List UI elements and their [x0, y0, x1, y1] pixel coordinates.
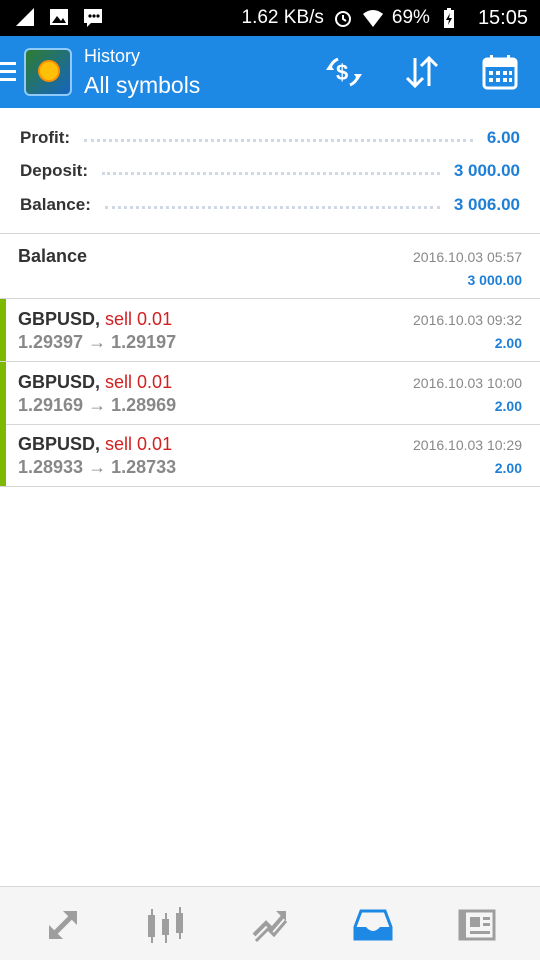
deal-symbol-name: GBPUSD,: [18, 372, 101, 392]
balance-entry-label: Balance: [18, 246, 88, 266]
deposit-row: Deposit: 3 000.00: [20, 156, 520, 186]
page-subtitle: History: [84, 46, 141, 66]
balance-value: 3 006.00: [453, 195, 520, 214]
profit-row: Profit: 6.00: [20, 123, 520, 153]
wifi-icon: [362, 10, 383, 27]
status-notifications: [14, 6, 104, 28]
battery-percent: 69%: [391, 7, 430, 28]
sort-icon: [405, 55, 439, 89]
currency-exchange-icon: $: [326, 57, 362, 87]
deal-time: 2016.10.03 09:32: [413, 312, 522, 328]
deal-time: 2016.10.03 10:00: [413, 375, 522, 391]
deal-profit: 2.00: [494, 460, 522, 476]
balance-entry[interactable]: Balance 2016.10.03 05:57 3 000.00: [0, 236, 540, 299]
image-notification-icon: [50, 9, 68, 25]
app-bar: History All symbols $: [0, 36, 540, 108]
deposit-value: 3 000.00: [453, 161, 520, 180]
deal-row[interactable]: GBPUSD, sell 0.01 1.29169 → 1.28969 2016…: [0, 362, 540, 425]
quotes-icon: [49, 911, 77, 939]
deal-profit: 2.00: [494, 335, 522, 351]
signal-icon: [16, 8, 34, 26]
history-icon: [353, 909, 393, 941]
chart-icon: [148, 907, 183, 943]
profit-indicator: [0, 362, 6, 424]
nav-history[interactable]: [351, 903, 395, 947]
trade-icon: [252, 911, 288, 943]
profit-indicator: [0, 424, 6, 486]
deal-symbol: GBPUSD, sell 0.01: [18, 372, 172, 393]
calendar-button[interactable]: [478, 50, 522, 94]
deal-symbol: GBPUSD, sell 0.01: [18, 434, 172, 455]
balance-entry-time: 2016.10.03 05:57: [413, 249, 522, 265]
deal-prices: 1.29397 → 1.29197: [18, 332, 177, 352]
deal-prices: 1.29169 → 1.28969: [18, 395, 177, 415]
page-title[interactable]: All symbols: [84, 72, 200, 99]
divider-dots: [102, 171, 440, 175]
divider-dots: [104, 205, 440, 209]
app-logo[interactable]: [24, 48, 72, 96]
nav-news[interactable]: [454, 903, 498, 947]
calendar-icon: [482, 55, 518, 90]
clock: 15:05: [477, 6, 528, 29]
deal-row[interactable]: GBPUSD, sell 0.01 1.28933 → 1.28733 2016…: [0, 424, 540, 487]
network-speed: 1.62 KB/s: [241, 7, 324, 28]
status-indicators: 1.62 KB/s 69% 15:05: [242, 0, 528, 36]
deal-symbol: GBPUSD, sell 0.01: [18, 309, 172, 330]
balance-entry-amount: 3 000.00: [467, 272, 523, 288]
nav-chart[interactable]: [144, 903, 188, 947]
profit-label: Profit:: [20, 128, 71, 147]
deal-action: sell 0.01: [105, 309, 173, 329]
deal-action: sell 0.01: [105, 372, 173, 392]
nav-quotes[interactable]: [41, 903, 85, 947]
news-icon: [458, 909, 496, 941]
menu-icon[interactable]: [0, 62, 16, 82]
nav-trade[interactable]: [248, 903, 292, 947]
deposit-label: Deposit:: [20, 161, 88, 180]
bbm-notification-icon: [84, 9, 102, 27]
deal-action: sell 0.01: [105, 434, 173, 454]
deal-prices: 1.28933 → 1.28733: [18, 457, 177, 477]
svg-text:$: $: [336, 60, 348, 85]
battery-icon: [443, 8, 454, 28]
bottom-navigation: [0, 886, 540, 960]
deal-symbol-name: GBPUSD,: [18, 434, 101, 454]
deal-row[interactable]: GBPUSD, sell 0.01 1.29397 → 1.29197 2016…: [0, 299, 540, 362]
balance-label: Balance:: [20, 195, 91, 214]
profit-value: 6.00: [486, 128, 520, 147]
currency-exchange-button[interactable]: $: [322, 50, 366, 94]
deal-symbol-name: GBPUSD,: [18, 309, 101, 329]
status-bar: 1.62 KB/s 69% 15:05: [0, 0, 540, 36]
sort-button[interactable]: [400, 50, 444, 94]
deal-profit: 2.00: [494, 398, 522, 414]
account-summary: Profit: 6.00 Deposit: 3 000.00 Balance: …: [0, 108, 540, 234]
profit-indicator: [0, 299, 6, 361]
deal-time: 2016.10.03 10:29: [413, 437, 522, 453]
divider-dots: [84, 138, 473, 142]
balance-row: Balance: 3 006.00: [20, 190, 520, 220]
alarm-icon: [334, 11, 351, 27]
